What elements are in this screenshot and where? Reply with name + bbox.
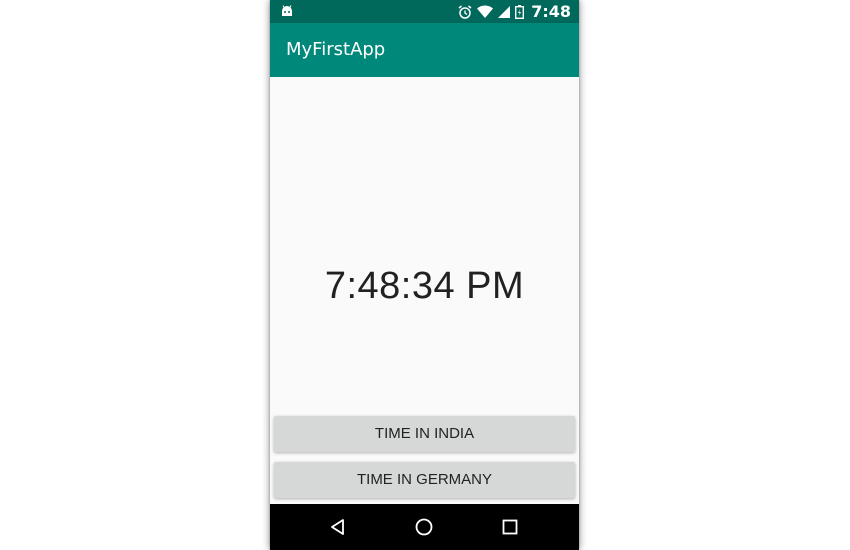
status-time: 7:48 xyxy=(531,2,571,21)
recents-button[interactable] xyxy=(485,504,535,550)
phone-screen: 7:48 MyFirstApp 7:48:34 PM TIME IN INDIA… xyxy=(270,0,579,550)
app-bar: MyFirstApp xyxy=(270,23,579,77)
clock-text: 7:48:34 PM xyxy=(324,265,525,307)
main-content: 7:48:34 PM TIME IN INDIA TIME IN GERMANY xyxy=(270,77,579,504)
status-icons: 7:48 xyxy=(458,0,571,23)
back-icon xyxy=(331,519,344,535)
app-title: MyFirstApp xyxy=(286,39,386,60)
navigation-bar xyxy=(270,504,579,550)
recents-icon xyxy=(502,519,518,535)
alarm-icon xyxy=(458,4,472,19)
time-in-india-button[interactable]: TIME IN INDIA xyxy=(274,416,575,452)
android-icon xyxy=(282,5,292,16)
status-bar: 7:48 xyxy=(270,0,579,23)
stage: 7:48 MyFirstApp 7:48:34 PM TIME IN INDIA… xyxy=(0,0,850,550)
back-button[interactable] xyxy=(313,504,363,550)
signal-icon xyxy=(498,5,511,18)
wifi-icon xyxy=(477,5,494,18)
time-in-germany-button[interactable]: TIME IN GERMANY xyxy=(274,462,575,498)
battery-icon xyxy=(515,4,525,19)
home-icon xyxy=(415,518,433,536)
home-button[interactable] xyxy=(399,504,449,550)
